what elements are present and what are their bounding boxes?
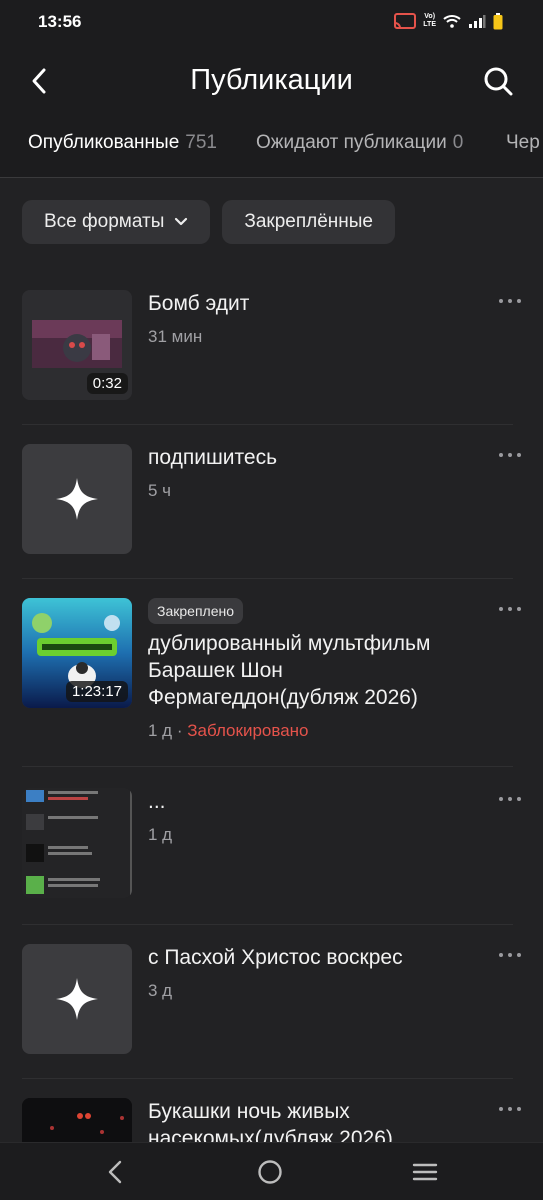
tab-pending[interactable]: Ожидают публикации 0 [256,132,463,154]
volte-indicator: Vo) LTE [423,13,436,28]
tabs-bar: Опубликованные 751 Ожидают публикации 0 Че… [0,120,543,178]
duration-badge: 0:32 [86,373,128,394]
nav-back-icon [108,1160,122,1184]
screenshot-thumbnail[interactable] [22,788,132,898]
duration-badge: 1:23:17 [65,681,128,702]
filter-chips: Все форматы Закреплённые [22,200,395,244]
more-button[interactable] [499,792,521,806]
signal-icon [469,15,486,28]
sparkle-icon [56,978,98,1020]
nav-back-button[interactable] [100,1157,130,1187]
menu-lines-icon [412,1163,438,1181]
app-header: Публикации [0,44,543,120]
video-thumbnail[interactable]: 0:32 [22,290,132,400]
more-button[interactable] [499,602,521,616]
more-button[interactable] [499,1102,521,1116]
chevron-down-icon [175,217,188,226]
item-title: дублированный мультфильм Барашек Шон Фер… [148,632,431,709]
search-icon [484,67,513,96]
cast-icon [394,13,417,29]
status-icons: Vo) LTE [394,10,503,32]
pinned-badge: Закреплено [148,598,243,624]
item-meta: 5 ч [148,481,172,500]
item-meta: 3 д [148,981,173,1000]
tab-drafts[interactable]: Чер [506,132,540,154]
wifi-icon [443,15,461,28]
divider [22,1078,513,1079]
placeholder-thumbnail[interactable] [22,444,132,554]
nav-home-button[interactable] [255,1157,285,1187]
video-thumbnail[interactable]: 1:23:17 [22,598,132,708]
more-button[interactable] [499,948,521,962]
item-title: Бомб эдит [148,292,250,315]
blocked-status: Заблокировано [187,721,309,740]
item-meta: 1 д · Заблокировано [148,721,309,740]
nav-recents-button[interactable] [410,1157,440,1187]
system-nav-bar [0,1142,543,1200]
search-button[interactable] [481,64,515,98]
item-title: подпишитесь [148,446,278,469]
screenshot-preview [22,788,132,898]
status-bar: 13:56 Vo) LTE [0,0,543,44]
divider [22,578,513,579]
more-button[interactable] [499,448,521,462]
page-title: Публикации [190,64,353,96]
formats-filter[interactable]: Все форматы [22,200,211,244]
more-button[interactable] [499,294,521,308]
item-meta: 31 мин [148,327,203,346]
tab-published[interactable]: Опубликованные 751 [28,132,217,154]
sparkle-icon [56,478,98,520]
item-title: ... [148,790,166,813]
tab-count: 751 [185,132,217,153]
tab-count: 0 [452,132,464,153]
home-circle-icon [258,1160,282,1184]
item-meta: 1 д [148,825,173,844]
divider [22,924,513,925]
item-title: с Пасхой Христос воскрес [148,946,403,969]
status-time: 13:56 [38,12,82,31]
pinned-filter[interactable]: Закреплённые [222,200,395,244]
divider [22,424,513,425]
divider [22,766,513,767]
battery-icon [493,12,503,29]
placeholder-thumbnail[interactable] [22,944,132,1054]
